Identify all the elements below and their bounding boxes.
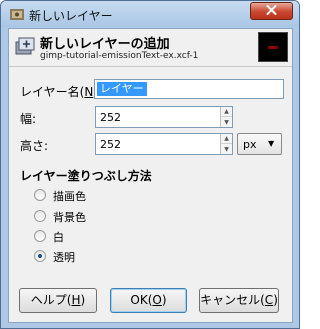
- close-icon: [266, 4, 277, 18]
- radio-label: 背景色: [53, 211, 86, 224]
- radio-label: 白: [53, 231, 64, 244]
- height-label: 高さ:: [20, 139, 49, 153]
- header-divider: [9, 66, 292, 67]
- help-button[interactable]: ヘルプ(H): [19, 288, 97, 313]
- layer-name-input[interactable]: レイヤー: [94, 79, 284, 99]
- width-spinbox[interactable]: 252 ▲ ▼: [95, 106, 233, 128]
- dropdown-arrow-icon: ▼: [268, 139, 275, 148]
- unit-value: px: [243, 138, 257, 151]
- unit-dropdown[interactable]: px ▼: [237, 133, 282, 155]
- width-value: 252: [100, 111, 121, 124]
- width-down-icon[interactable]: ▼: [221, 117, 232, 127]
- new-layer-icon: [14, 35, 36, 57]
- radio-button[interactable]: [34, 210, 46, 222]
- image-name: gimp-tutorial-emissionText-ex.xcf-1: [40, 51, 199, 61]
- dialog-header: 新しいレイヤーの追加 gimp-tutorial-emissionText-ex…: [9, 29, 292, 67]
- window-title: 新しいレイヤー: [29, 9, 113, 23]
- image-preview: [258, 32, 288, 62]
- gimp-icon: [9, 7, 25, 21]
- radio-button[interactable]: [34, 230, 46, 242]
- height-spinbox[interactable]: 252 ▲ ▼: [95, 133, 233, 155]
- height-spin-buttons: ▲ ▼: [220, 134, 232, 154]
- preview-content: [268, 46, 278, 49]
- layer-name-label: レイヤー名(N):: [20, 85, 102, 99]
- header-title: 新しいレイヤーの追加: [40, 37, 170, 52]
- width-spin-buttons: ▲ ▼: [220, 107, 232, 127]
- width-label: 幅:: [20, 112, 37, 126]
- radio-label: 描画色: [53, 190, 86, 203]
- layer-name-value: レイヤー: [97, 82, 147, 96]
- ok-button[interactable]: OK(O): [110, 288, 187, 313]
- radio-button-checked[interactable]: [34, 250, 46, 262]
- radio-button[interactable]: [34, 189, 46, 201]
- fill-type-title: レイヤー塗りつぶし方法: [20, 169, 152, 183]
- title-bar[interactable]: 新しいレイヤー: [1, 1, 299, 27]
- dialog-window: 新しいレイヤー 新しいレイヤーの追加 gimp-tutorial-emissio…: [0, 0, 300, 329]
- radio-label: 透明: [53, 251, 75, 264]
- height-value: 252: [100, 138, 121, 151]
- height-down-icon[interactable]: ▼: [221, 144, 232, 154]
- height-up-icon[interactable]: ▲: [221, 134, 232, 144]
- close-button[interactable]: [250, 2, 293, 20]
- cancel-button[interactable]: キャンセル(C): [199, 288, 279, 313]
- width-up-icon[interactable]: ▲: [221, 107, 232, 117]
